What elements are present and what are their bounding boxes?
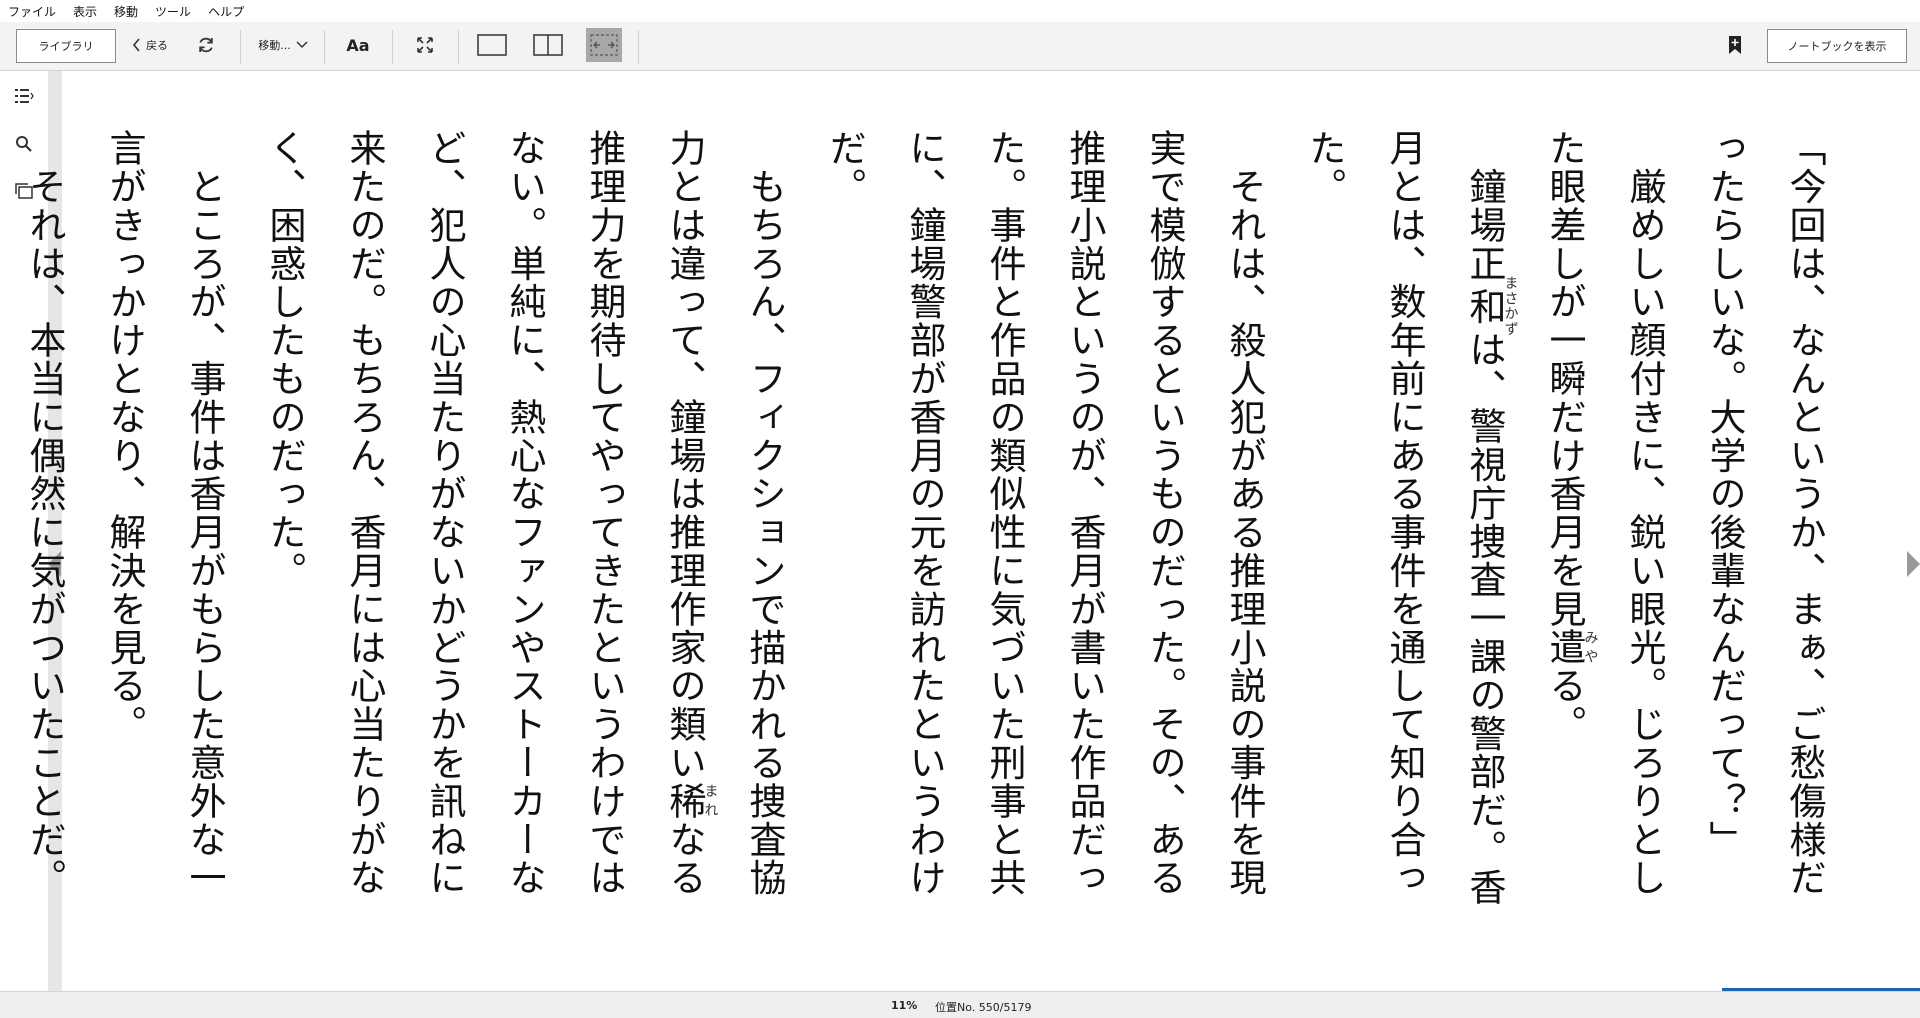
reading-page: 「今回は、なんというか、まぁ、ご愁傷様だったらしいな。大学の後輩なんだって？」 … — [23, 71, 1904, 991]
toolbar-separator — [638, 30, 639, 64]
table-of-contents-icon — [15, 89, 34, 103]
text-paragraph: 「今回は、なんというか、まぁ、ご愁傷様だったらしいな。大学の後輩なんだって？」 — [1703, 129, 1826, 897]
ruby-annotation: 和まさかず — [1463, 275, 1519, 338]
text-paragraph: それは、本当に偶然に気がついたことだ。香月には、推理小説に描かれる名探偵のような… — [23, 167, 66, 897]
menu-go[interactable]: 移動 — [106, 3, 147, 20]
menu-help[interactable]: ヘルプ — [200, 3, 253, 20]
bookmark-add-icon — [1729, 36, 1741, 54]
back-label: 戻る — [146, 39, 168, 52]
book-text: 「今回は、なんというか、まぁ、ご愁傷様だったらしいな。大学の後輩なんだって？」 … — [0, 129, 1844, 929]
chevron-left-icon — [132, 38, 140, 52]
show-notebook-label: ノートブックを表示 — [1787, 40, 1887, 53]
show-notebook-button[interactable]: ノートブックを表示 — [1767, 29, 1907, 63]
chevron-down-icon — [296, 41, 308, 49]
text-paragraph: ところが、事件は香月がもらした意外な一言がきっかけとなり、解決を見る。 — [103, 129, 226, 897]
toolbar-separator — [458, 30, 459, 64]
text-paragraph: 厳めしい顔付きに、鋭い眼光。じろりとした眼差しが一瞬だけ香月を見遣みやる。 — [1543, 129, 1666, 897]
toolbar: ライブラリ 戻る 移動... Aa ノートブックを表示 — [0, 22, 1920, 71]
text-paragraph: 鐘場正和まさかずは、警視庁捜査一課の警部だ。香月とは、数年前にある事件を通して知… — [1303, 129, 1519, 907]
toolbar-separator — [392, 30, 393, 64]
menu-bar: ファイル 表示 移動 ツール ヘルプ — [0, 0, 1920, 22]
menu-tools[interactable]: ツール — [147, 3, 200, 20]
fit-width-view-button[interactable] — [586, 28, 622, 62]
font-label: Aa — [346, 35, 370, 55]
library-button[interactable]: ライブラリ — [16, 29, 116, 63]
sync-icon — [199, 37, 213, 53]
fit-width-icon — [590, 34, 618, 56]
back-button[interactable]: 戻る — [126, 29, 174, 61]
ruby-annotation: 稀まれ — [663, 781, 719, 821]
two-page-view-button[interactable] — [530, 29, 566, 61]
menu-view[interactable]: 表示 — [65, 3, 106, 20]
goto-dropdown[interactable]: 移動... — [250, 29, 316, 61]
add-bookmark-button[interactable] — [1722, 30, 1748, 60]
toolbar-separator — [240, 30, 241, 64]
next-page-arrow-icon — [1907, 551, 1920, 577]
fullscreen-icon — [417, 37, 433, 53]
location-indicator: 位置No. 550/5179 — [935, 1001, 1032, 1014]
single-page-view-button[interactable] — [474, 29, 510, 61]
toolbar-separator — [324, 30, 325, 64]
goto-label: 移動... — [258, 39, 291, 52]
text-paragraph: もちろん、フィクションで描かれる捜査協力とは違って、鐘場は推理作家の類い稀まれな… — [263, 129, 786, 898]
two-page-icon — [533, 34, 563, 56]
status-bar: 11% 位置No. 550/5179 — [0, 991, 1920, 1018]
font-settings-button[interactable]: Aa — [340, 29, 376, 61]
reading-percent: 11% — [891, 999, 918, 1012]
sync-button[interactable] — [190, 29, 222, 61]
fullscreen-button[interactable] — [408, 29, 442, 61]
ruby-annotation: 遣みや — [1543, 628, 1599, 667]
library-label: ライブラリ — [38, 40, 94, 53]
text-paragraph: それは、殺人犯がある推理小説の事件を現実で模倣するというものだった。その、ある推… — [823, 129, 1266, 897]
single-page-icon — [477, 34, 507, 56]
table-of-contents-button[interactable] — [12, 84, 36, 108]
next-page-area[interactable] — [1904, 71, 1920, 991]
menu-file[interactable]: ファイル — [0, 3, 65, 20]
